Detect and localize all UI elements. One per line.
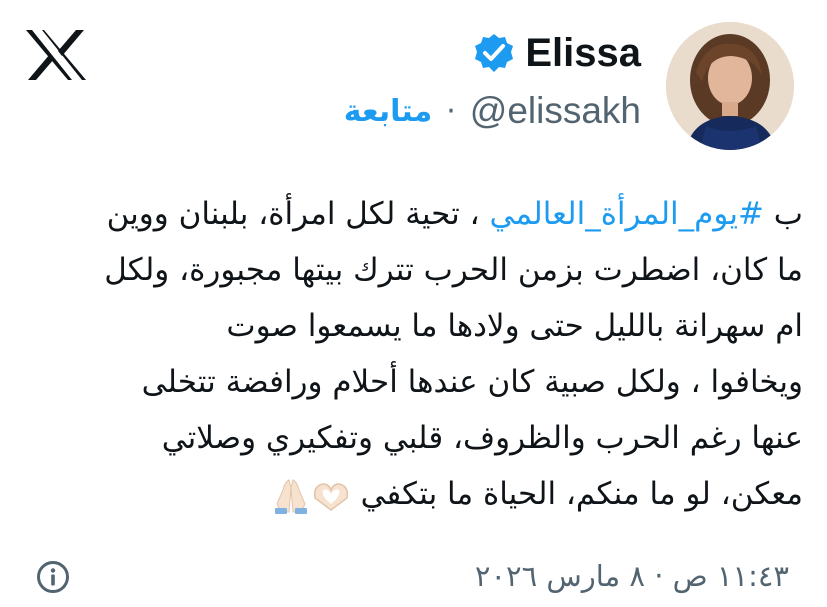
info-icon[interactable] bbox=[36, 560, 70, 594]
user-handle[interactable]: @elissakh bbox=[470, 90, 641, 132]
tweet-line: عنها رغم الحرب والظروف، قلبي وتفكيري وصل… bbox=[161, 420, 803, 456]
handle-row: متابعة · @elissakh bbox=[344, 88, 641, 134]
x-logo-icon[interactable] bbox=[24, 28, 88, 82]
tweet-text: ب #يوم_المرأة_العالمي ، تحية لكل امرأة، … bbox=[13, 186, 803, 522]
avatar[interactable] bbox=[666, 22, 794, 150]
heart-hands-emoji bbox=[313, 482, 348, 511]
name-row: Elissa bbox=[473, 28, 641, 78]
tweet-line: ام سهرانة بالليل حتى ولادها ما يسمعوا صو… bbox=[226, 308, 803, 344]
tweet-line: ويخافوا ، ولكل صبية كان عندها أحلام وراف… bbox=[141, 364, 803, 400]
follow-button[interactable]: متابعة bbox=[344, 94, 432, 129]
avatar-image bbox=[666, 22, 794, 150]
tweet-text-segment: ب bbox=[763, 196, 803, 232]
display-name[interactable]: Elissa bbox=[525, 31, 641, 76]
tweet-text-segment: معكن، لو ما منكم، الحياة ما بتكفي bbox=[360, 476, 803, 512]
tweet-line: معكن، لو ما منكم، الحياة ما بتكفي bbox=[13, 466, 803, 522]
tweet-timestamp[interactable]: ١١:٤٣ ص · ٨ مارس ٢٠٢٦ bbox=[475, 552, 789, 600]
tweet-line: ما كان، اضطرت بزمن الحرب تترك بيتها مجبو… bbox=[104, 252, 803, 288]
hashtag-link[interactable]: #يوم_المرأة_العالمي bbox=[490, 196, 764, 232]
verified-badge-icon[interactable] bbox=[473, 32, 515, 74]
tweet-text-segment: ، تحية لكل امرأة، بلبنان ووين bbox=[106, 196, 490, 232]
separator-dot: · bbox=[446, 93, 456, 129]
folded-hands-emoji bbox=[274, 478, 307, 514]
tweet-line: ب #يوم_المرأة_العالمي ، تحية لكل امرأة، … bbox=[13, 186, 803, 242]
